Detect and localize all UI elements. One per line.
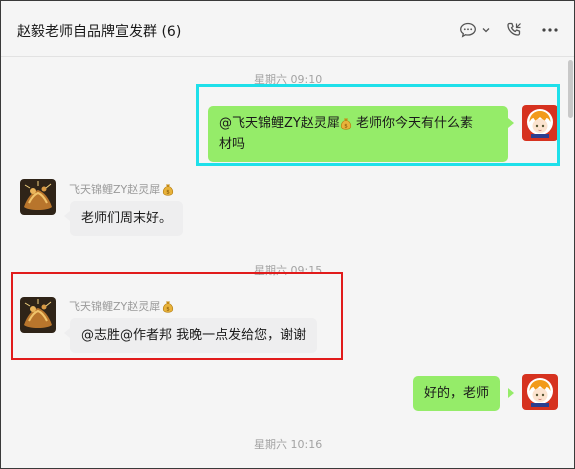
more-icon[interactable] [540,21,560,39]
phone-icon[interactable] [504,21,524,39]
chevron-down-icon[interactable] [481,21,491,39]
scrollbar-thumb[interactable] [568,60,573,118]
sender-name: 飞天锦鲤ZY赵灵犀 $ [69,181,174,197]
avatar-self[interactable] [522,374,558,410]
money-bag-icon: $ [163,184,174,195]
svg-text:$: $ [167,189,171,195]
message-text: 老师们周末好。 [81,211,173,226]
avatar-sender[interactable] [20,179,56,215]
bubble-tail [508,388,514,398]
highlight-box-red [11,272,343,360]
message-bubble-other[interactable]: 老师们周末好。 [70,201,184,236]
group-title: 赵毅老师自品牌宣发群 (6) [17,24,182,40]
chat-bubble-icon[interactable] [458,21,478,39]
highlight-box-cyan [196,84,560,166]
message-bubble-self[interactable]: 好的，老师 [413,376,501,411]
scrollbar[interactable] [567,58,574,468]
timestamp: 星期六 10:16 [254,438,323,451]
chat-header: 赵毅老师自品牌宣发群 (6) [1,1,574,57]
message-text: 好的，老师 [424,386,490,401]
